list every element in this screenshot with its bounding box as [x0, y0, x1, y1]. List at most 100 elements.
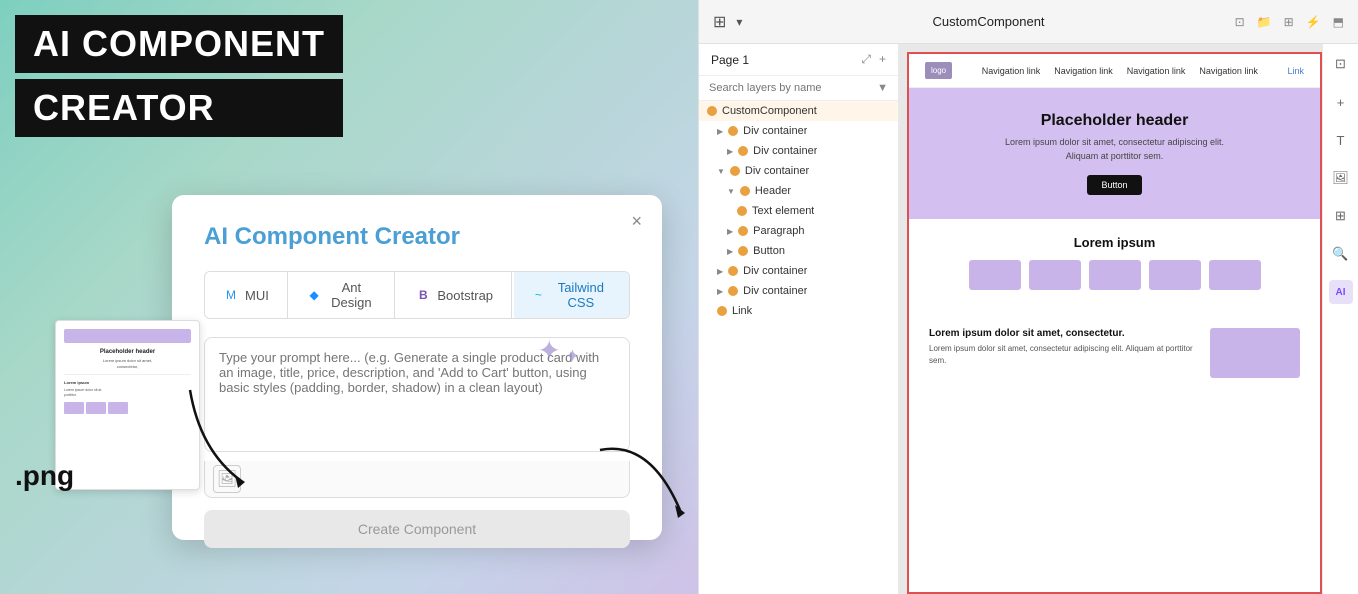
canvas-area: logo Navigation link Navigation link Nav…	[899, 44, 1322, 594]
layer-dot	[738, 146, 748, 156]
comp-nav-links: Navigation link Navigation link Navigati…	[972, 66, 1267, 76]
layer-header[interactable]: ▼ Header	[699, 181, 898, 201]
nav-link-3: Navigation link	[1127, 66, 1186, 76]
tab-ant[interactable]: ◆ Ant Design	[290, 272, 396, 318]
tab-tailwind-label: Tailwind CSS	[551, 280, 611, 310]
prompt-textarea[interactable]	[204, 337, 630, 452]
layers-panel: Page 1 ⤢ + ▼ CustomComponent ▶ Div c	[699, 44, 899, 594]
mui-icon: M	[223, 287, 239, 303]
nav-link-2: Navigation link	[1054, 66, 1113, 76]
expand-arrow: ▶	[717, 127, 723, 136]
select-tool[interactable]: ⊡	[1329, 52, 1353, 76]
png-badge: .png	[15, 460, 74, 492]
tailwind-icon: ~	[532, 287, 545, 303]
layer-div-1[interactable]: ▶ Div container	[699, 121, 898, 141]
layer-custom-component[interactable]: CustomComponent	[699, 101, 898, 121]
figma-panel: ⊞ ▾ CustomComponent ⊡ 📁 ⊞ ⚡ ⬒ Page 1 ⤢ +	[698, 0, 1358, 594]
layer-dot	[737, 206, 747, 216]
ai-tool[interactable]: AI	[1329, 280, 1353, 304]
grid-icon[interactable]: ⊞	[713, 12, 726, 32]
close-button[interactable]: ×	[631, 211, 642, 232]
view-dropdown[interactable]: ▾	[736, 15, 742, 29]
cards-row	[929, 260, 1300, 290]
layer-button[interactable]: ▶ Button	[699, 241, 898, 261]
component-tool[interactable]: ⊞	[1329, 204, 1353, 228]
settings-icon[interactable]: ⬒	[1333, 15, 1344, 29]
layer-div-5[interactable]: ▶ Div container	[699, 281, 898, 301]
preview-header: Placeholder header	[64, 349, 191, 355]
preview-box-3	[108, 402, 128, 414]
figma-body: Page 1 ⤢ + ▼ CustomComponent ▶ Div c	[699, 44, 1358, 594]
tab-ant-label: Ant Design	[326, 280, 376, 310]
bootstrap-icon: B	[415, 287, 431, 303]
filter-icon[interactable]: ▼	[877, 82, 888, 94]
tab-bootstrap-label: Bootstrap	[437, 288, 493, 303]
hero-button[interactable]: Button	[1087, 175, 1141, 195]
layer-div-2[interactable]: ▶ Div container	[699, 141, 898, 161]
add-layer-icon[interactable]: +	[879, 52, 886, 67]
image-icon: 🖼	[217, 469, 237, 489]
component-icon[interactable]: ⊞	[1284, 15, 1294, 29]
layer-name: Text element	[752, 205, 814, 217]
preview-card: Placeholder header Lorem ipsum dolor sit…	[55, 320, 200, 490]
layer-name: Div container	[753, 145, 817, 157]
preview-divider	[64, 374, 191, 375]
ant-icon: ◆	[308, 287, 321, 303]
create-component-button[interactable]: Create Component	[204, 510, 630, 548]
bottom-title: Lorem ipsum dolor sit amet, consectetur.	[929, 328, 1194, 339]
preview-nav-bar	[64, 329, 191, 343]
expand-arrow: ▶	[717, 267, 723, 276]
search-tool[interactable]: 🔍	[1329, 242, 1353, 266]
comp-bottom: Lorem ipsum dolor sit amet, consectetur.…	[909, 314, 1320, 392]
modal-dialog: × AI Component Creator M MUI ◆ Ant Desig…	[172, 195, 662, 540]
expand-icon[interactable]: ⤢	[861, 52, 871, 67]
comp-navbar: logo Navigation link Navigation link Nav…	[909, 54, 1320, 88]
flash-icon[interactable]: ⚡	[1306, 15, 1321, 29]
comp-section: Lorem ipsum	[909, 219, 1320, 314]
layer-name: Div container	[745, 165, 809, 177]
canvas-frame: logo Navigation link Navigation link Nav…	[907, 52, 1322, 594]
layer-name: Div container	[743, 125, 807, 137]
layer-dot	[738, 226, 748, 236]
layer-dot	[717, 306, 727, 316]
prompt-footer: 🖼	[204, 461, 630, 498]
tab-tailwind[interactable]: ~ Tailwind CSS	[514, 272, 629, 318]
resize-icon[interactable]: ⊡	[1235, 15, 1245, 29]
card-2	[1029, 260, 1081, 290]
topbar-right-icons: ⊡ 📁 ⊞ ⚡ ⬒	[1235, 15, 1344, 29]
layer-div-4[interactable]: ▶ Div container	[699, 261, 898, 281]
frame-tool[interactable]: +	[1329, 90, 1353, 114]
component-title: CustomComponent	[752, 14, 1224, 29]
bottom-text-block: Lorem ipsum dolor sit amet, consectetur.…	[929, 328, 1194, 367]
layer-div-3[interactable]: ▼ Div container	[699, 161, 898, 181]
layers-header: Page 1 ⤢ +	[699, 44, 898, 76]
folder-icon[interactable]: 📁	[1257, 15, 1272, 29]
layer-dot	[730, 166, 740, 176]
layer-dot	[728, 286, 738, 296]
preview-sub: Lorem ipsum dolor sit amet,consectetur,	[64, 358, 191, 369]
preview-lorem-text: Lorem ipsum dolor sit atporttitor.	[64, 388, 191, 398]
figma-topbar: ⊞ ▾ CustomComponent ⊡ 📁 ⊞ ⚡ ⬒	[699, 0, 1358, 44]
layers-search-bar: ▼	[699, 76, 898, 101]
card-1	[969, 260, 1021, 290]
comp-logo: logo	[925, 62, 952, 79]
title-creator: CREATOR	[15, 79, 343, 137]
text-tool[interactable]: T	[1329, 128, 1353, 152]
tab-mui-label: MUI	[245, 288, 269, 303]
tab-mui[interactable]: M MUI	[205, 272, 288, 318]
image-upload-icon[interactable]: 🖼	[213, 465, 241, 493]
image-tool[interactable]: 🖼	[1329, 166, 1353, 190]
dropdown-arrow: ▾	[736, 15, 742, 29]
layer-name: Header	[755, 185, 791, 197]
tab-bootstrap[interactable]: B Bootstrap	[397, 272, 512, 318]
layer-text[interactable]: Text element	[699, 201, 898, 221]
card-4	[1149, 260, 1201, 290]
nav-link-1: Navigation link	[982, 66, 1041, 76]
bottom-subtitle: Lorem ipsum dolor sit amet, consectetur …	[929, 343, 1194, 367]
layer-name: Div container	[743, 265, 807, 277]
layers-search-input[interactable]	[709, 82, 871, 94]
layer-name: Button	[753, 245, 785, 257]
layer-link[interactable]: Link	[699, 301, 898, 321]
preview-box-2	[86, 402, 106, 414]
layer-paragraph[interactable]: ▶ Paragraph	[699, 221, 898, 241]
